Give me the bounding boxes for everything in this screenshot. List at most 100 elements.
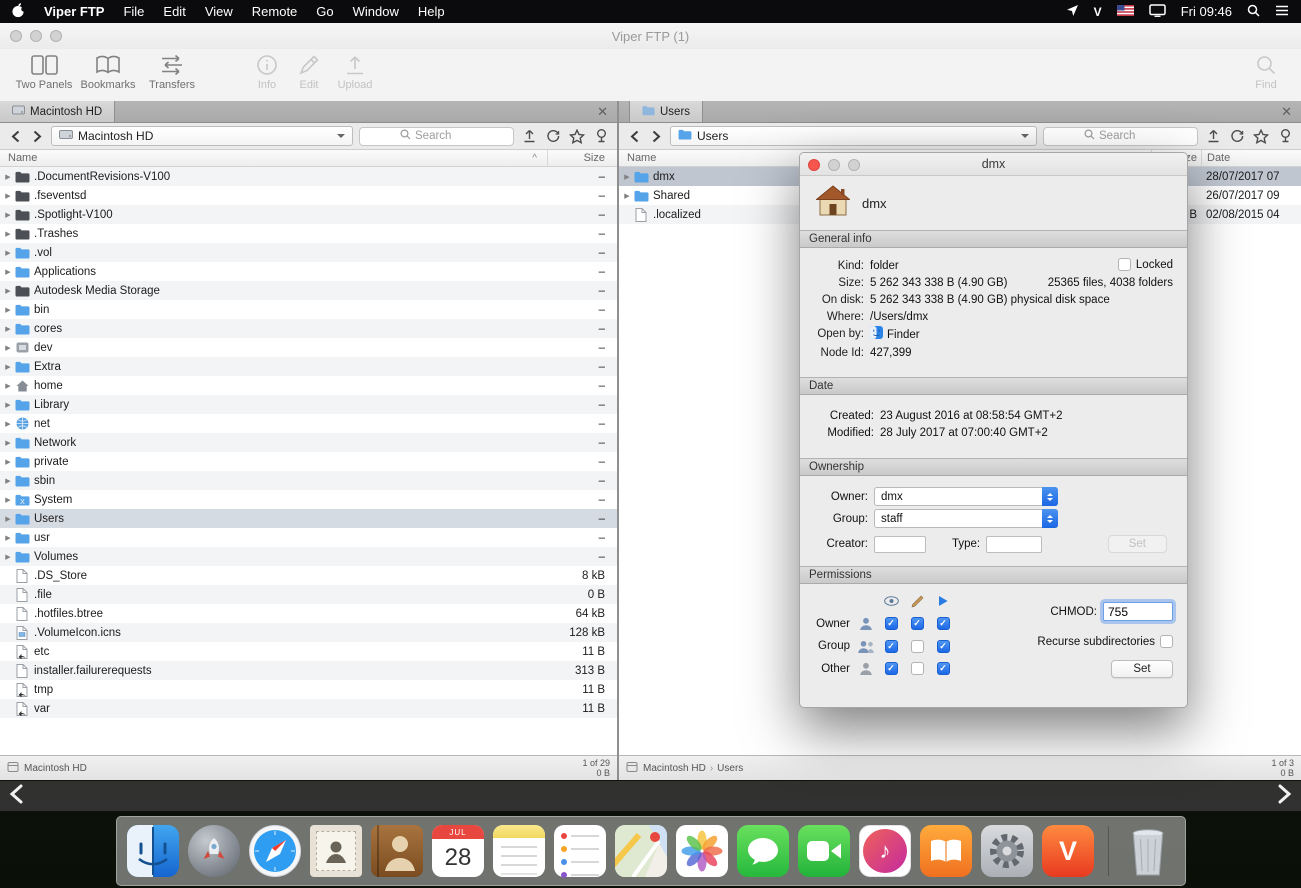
refresh-icon[interactable] (544, 127, 562, 145)
disclosure-triangle-icon[interactable]: ▶ (0, 496, 13, 504)
dock-trash-icon[interactable] (1120, 823, 1177, 880)
dock-messages-icon[interactable] (735, 823, 792, 880)
forward-button[interactable] (29, 127, 45, 145)
disclosure-triangle-icon[interactable]: ▶ (0, 363, 13, 371)
owner-dropdown[interactable]: dmx (874, 487, 1058, 506)
table-row[interactable]: ▶Volumes– (0, 547, 617, 566)
left-location-dropdown[interactable]: Macintosh HD (51, 126, 353, 146)
dock-contacts-icon[interactable] (369, 823, 426, 880)
other-exec-checkbox[interactable]: ✓ (937, 662, 950, 675)
column-header-date[interactable]: Date (1201, 150, 1301, 166)
table-row[interactable]: ▶Network– (0, 433, 617, 452)
column-header-size[interactable]: Size (547, 150, 617, 166)
table-row[interactable]: ▶private– (0, 452, 617, 471)
column-header-name[interactable]: Name^ (0, 150, 547, 166)
back-button[interactable] (7, 127, 23, 145)
dialog-minimize-button[interactable] (828, 159, 840, 171)
disclosure-triangle-icon[interactable]: ▶ (0, 268, 13, 276)
table-row[interactable]: tmp11 B (0, 680, 617, 699)
transfers-button[interactable]: Transfers (140, 52, 204, 91)
menu-item-go[interactable]: Go (316, 4, 333, 19)
disclosure-triangle-icon[interactable]: ▶ (0, 173, 13, 181)
dialog-zoom-button[interactable] (848, 159, 860, 171)
menu-clock[interactable]: Fri 09:46 (1181, 4, 1232, 19)
table-row[interactable]: ▶.vol– (0, 243, 617, 262)
input-language-flag-icon[interactable] (1117, 4, 1134, 19)
creator-field[interactable] (874, 536, 926, 553)
disclosure-triangle-icon[interactable]: ▶ (0, 458, 13, 466)
table-row[interactable]: ▶.Spotlight-V100– (0, 205, 617, 224)
bookmarks-button[interactable]: Bookmarks (76, 52, 140, 91)
viper-menu-icon[interactable]: V (1094, 5, 1102, 19)
edit-button[interactable]: Edit (288, 52, 330, 91)
disclosure-triangle-icon[interactable]: ▶ (0, 439, 13, 447)
dock-sysprefs-icon[interactable] (979, 823, 1036, 880)
group-write-checkbox[interactable] (911, 640, 924, 653)
dock-viperftp-icon[interactable]: V (1040, 823, 1097, 880)
dialog-close-button[interactable] (808, 159, 820, 171)
proxy-icon[interactable] (1276, 127, 1294, 145)
close-button[interactable] (10, 30, 22, 42)
table-row[interactable]: .DS_Store8 kB (0, 566, 617, 585)
two-panels-button[interactable]: Two Panels (12, 52, 76, 91)
dock-maps-icon[interactable] (613, 823, 670, 880)
disclosure-triangle-icon[interactable]: ▶ (0, 192, 13, 200)
group-dropdown[interactable]: staff (874, 509, 1058, 528)
table-row[interactable]: ▶bin– (0, 300, 617, 319)
disclosure-triangle-icon[interactable]: ▶ (0, 477, 13, 485)
apple-menu-icon[interactable] (12, 3, 25, 21)
disclosure-triangle-icon[interactable]: ▶ (0, 553, 13, 561)
breadcrumb-item[interactable]: Users (717, 763, 743, 774)
dock-safari-icon[interactable] (247, 823, 304, 880)
upload-button[interactable]: Upload (330, 52, 380, 91)
table-row[interactable]: ▶Users– (0, 509, 617, 528)
dock-itunes-icon[interactable]: ♪ (857, 823, 914, 880)
prev-page-button[interactable] (9, 784, 23, 809)
table-row[interactable]: ▶Library– (0, 395, 617, 414)
table-row[interactable]: ▶.fseventsd– (0, 186, 617, 205)
disclosure-triangle-icon[interactable]: ▶ (0, 515, 13, 523)
table-row[interactable]: ▶home– (0, 376, 617, 395)
chmod-input[interactable] (1103, 602, 1173, 621)
table-row[interactable]: etc11 B (0, 642, 617, 661)
right-search-field[interactable] (1043, 127, 1198, 146)
menu-item-edit[interactable]: Edit (163, 4, 185, 19)
search-input[interactable] (1099, 130, 1157, 142)
table-row[interactable]: ▶net– (0, 414, 617, 433)
dock-photos-icon[interactable] (674, 823, 731, 880)
table-row[interactable]: ▶Autodesk Media Storage– (0, 281, 617, 300)
pane-indicator-icon[interactable] (626, 761, 638, 776)
right-location-dropdown[interactable]: Users (670, 126, 1037, 146)
table-row[interactable]: var11 B (0, 699, 617, 718)
other-read-checkbox[interactable]: ✓ (885, 662, 898, 675)
recurse-checkbox[interactable] (1160, 635, 1173, 648)
refresh-icon[interactable] (1228, 127, 1246, 145)
display-mirroring-icon[interactable] (1149, 4, 1166, 20)
disclosure-triangle-icon[interactable]: ▶ (619, 173, 632, 181)
disclosure-triangle-icon[interactable]: ▶ (0, 230, 13, 238)
favorites-star-icon[interactable] (568, 127, 586, 145)
disclosure-triangle-icon[interactable]: ▶ (0, 534, 13, 542)
dock-launchpad-icon[interactable] (186, 823, 243, 880)
close-tab-icon[interactable]: ✕ (597, 105, 608, 118)
forward-button[interactable] (648, 127, 664, 145)
owner-write-checkbox[interactable]: ✓ (911, 617, 924, 630)
table-row[interactable]: ▶cores– (0, 319, 617, 338)
disclosure-triangle-icon[interactable]: ▶ (619, 192, 632, 200)
table-row[interactable]: .file0 B (0, 585, 617, 604)
dock-reminders-icon[interactable] (552, 823, 609, 880)
table-row[interactable]: ▶Extra– (0, 357, 617, 376)
other-write-checkbox[interactable] (911, 662, 924, 675)
owner-exec-checkbox[interactable]: ✓ (937, 617, 950, 630)
dock-calendar-icon[interactable]: JUL28 (430, 823, 487, 880)
table-row[interactable]: .hotfiles.btree64 kB (0, 604, 617, 623)
dock-notes-icon[interactable] (491, 823, 548, 880)
dock-facetime-icon[interactable] (796, 823, 853, 880)
disclosure-triangle-icon[interactable]: ▶ (0, 249, 13, 257)
disclosure-triangle-icon[interactable]: ▶ (0, 287, 13, 295)
table-row[interactable]: ▶dev– (0, 338, 617, 357)
menu-item-help[interactable]: Help (418, 4, 445, 19)
breadcrumb-item[interactable]: Macintosh HD (643, 763, 706, 774)
table-row[interactable]: ▶usr– (0, 528, 617, 547)
upload-queue-icon[interactable] (520, 127, 538, 145)
